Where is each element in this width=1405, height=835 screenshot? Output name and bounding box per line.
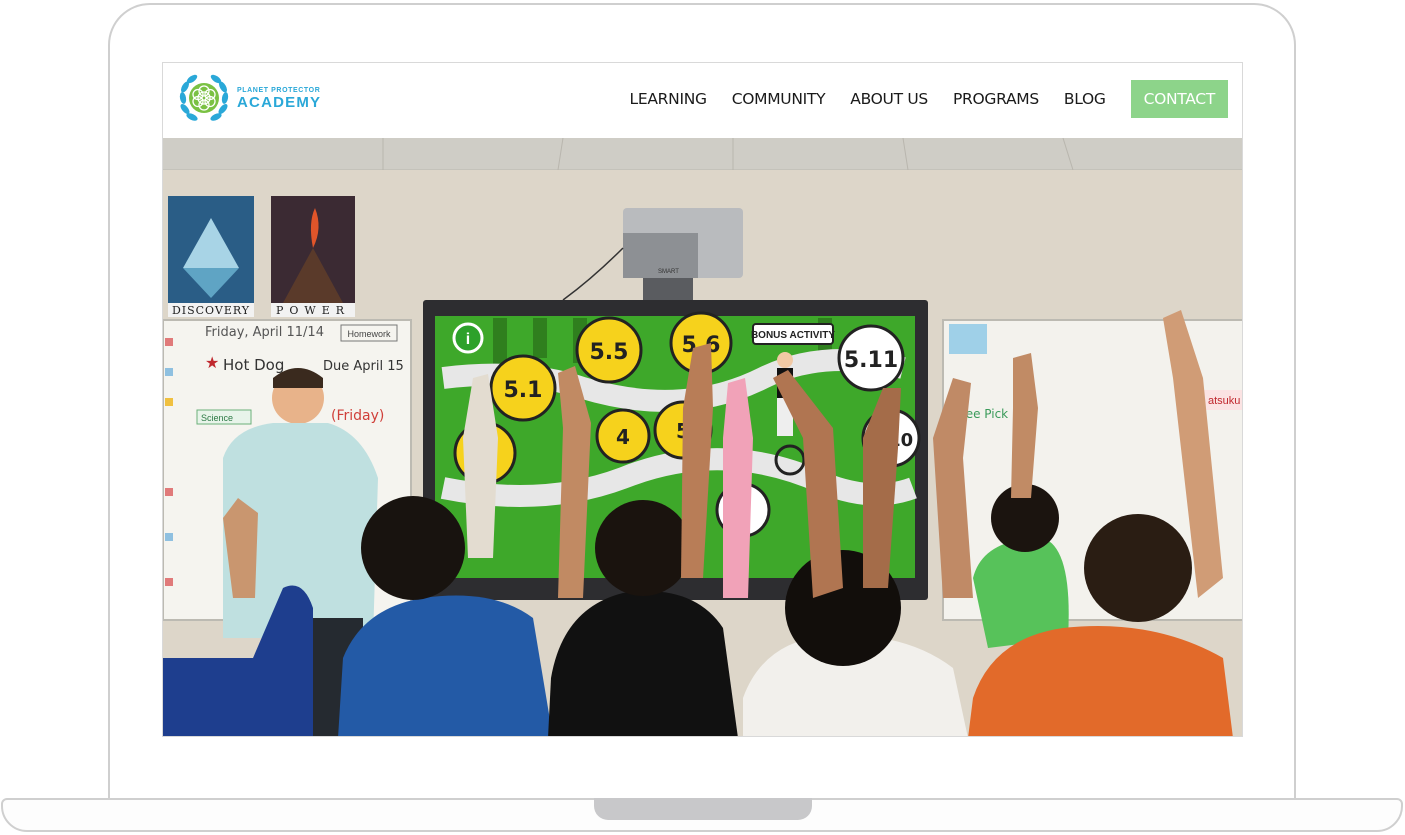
tile-label: 5.11 [844,348,898,373]
laptop-notch [594,798,812,820]
whiteboard-homework: Homework [347,329,391,339]
tile-label: 4 [616,425,630,449]
nav-blog[interactable]: BLOG [1064,90,1106,108]
main-nav: LEARNING COMMUNITY ABOUT US PROGRAMS BLO… [605,80,1228,118]
nav-community[interactable]: COMMUNITY [732,90,826,108]
projector-brand: SMART [658,269,679,275]
poster-discovery-label: DISCOVERY [172,304,250,317]
nav-learning[interactable]: LEARNING [630,90,707,108]
whiteboard-date: Friday, April 11/14 [205,325,324,340]
whiteboard-line: Hot Dog [223,356,284,374]
nav-programs[interactable]: PROGRAMS [953,90,1039,108]
tile-label: 5.5 [590,340,629,365]
hero-classroom-photo: DISCOVERY POWER Friday, April 11/14 Home… [163,138,1242,736]
site-header: PLANET PROTECTOR ACADEMY LEARNING COMMUN… [163,63,1242,138]
site-logo[interactable]: PLANET PROTECTOR ACADEMY [175,69,321,127]
logo-line1: PLANET PROTECTOR [237,86,321,94]
logo-line2: ACADEMY [237,93,322,111]
right-board-name: atsuku [1208,395,1240,407]
contact-button[interactable]: CONTACT [1130,80,1228,118]
bonus-activity-banner: BONUS ACTIVITY [751,330,835,341]
whiteboard-science: Science [201,413,233,423]
star-icon: ★ [205,355,219,372]
whiteboard-friday: (Friday) [331,408,384,424]
whiteboard-due: Due April 15 [323,359,404,374]
classroom-scene: DISCOVERY POWER Friday, April 11/14 Home… [163,138,1242,736]
nav-about-us[interactable]: ABOUT US [850,90,928,108]
svg-text:i: i [466,331,470,348]
tile-label: 5.1 [504,378,543,403]
browser-screen: PLANET PROTECTOR ACADEMY LEARNING COMMUN… [162,62,1243,737]
laurel-globe-icon [179,74,229,121]
poster-power-label: POWER [276,304,350,317]
